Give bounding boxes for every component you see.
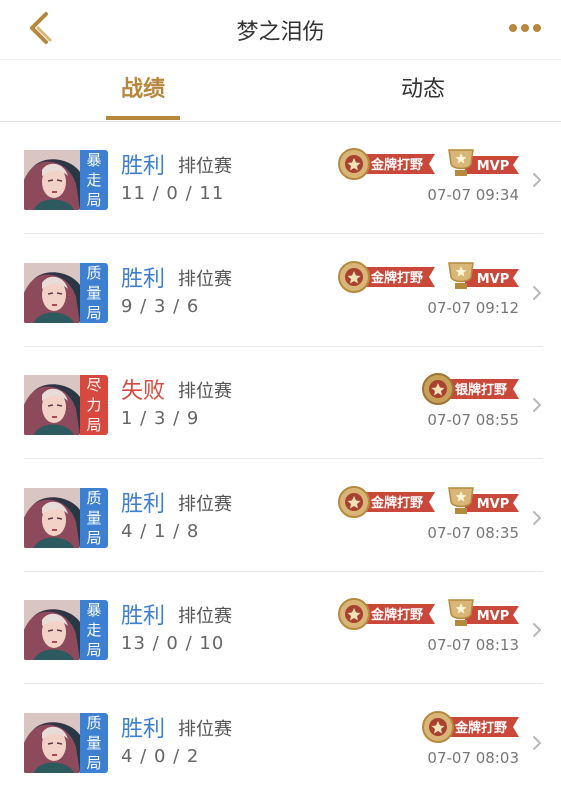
match-row-6[interactable]: 质量局 胜利 排位赛 4 / 0 / 2 金牌打野 07-07 08:03: [0, 685, 561, 789]
medal-badge: 金牌打野: [421, 709, 519, 745]
tab-record[interactable]: 战绩: [73, 61, 213, 121]
badge-group: 金牌打野 MVP: [337, 146, 519, 182]
match-time: 07-07 08:13: [427, 636, 519, 654]
match-mode: 排位赛: [178, 381, 232, 402]
svg-text:金牌打野: 金牌打野: [370, 607, 423, 623]
match-mode: 排位赛: [178, 156, 232, 177]
match-result: 胜利: [121, 491, 166, 517]
page-title: 梦之泪伤: [236, 20, 325, 45]
medal-badge: 金牌打野: [337, 596, 435, 632]
svg-text:金牌打野: 金牌打野: [454, 720, 507, 736]
hero-avatar: [24, 375, 80, 435]
active-tab-indicator: [106, 116, 180, 120]
badge-group: 金牌打野 MVP: [337, 596, 519, 632]
match-quality-tag: 质量局: [80, 712, 108, 773]
medal-badge: 金牌打野: [337, 259, 435, 295]
match-quality-tag: 质量局: [80, 262, 108, 323]
match-time: 07-07 08:03: [427, 748, 519, 767]
badge-group: 金牌打野: [421, 709, 519, 745]
mvp-badge: MVP: [445, 484, 519, 520]
match-mode: 排位赛: [178, 718, 232, 740]
medal-badge: 银牌打野: [421, 371, 519, 407]
svg-text:MVP: MVP: [477, 159, 510, 174]
mvp-badge: MVP: [445, 259, 519, 295]
kda-score: 13 / 0 / 10: [121, 633, 225, 654]
mvp-badge: MVP: [445, 596, 519, 632]
svg-text:金牌打野: 金牌打野: [370, 270, 423, 286]
kda-score: 4 / 1 / 8: [121, 520, 200, 542]
chevron-right-icon: [533, 623, 541, 637]
hero-avatar: [24, 600, 80, 660]
match-row-1[interactable]: 暴走局 胜利 排位赛 11 / 0 / 11 金牌打野 MVP 07-07 09:…: [0, 122, 561, 234]
match-row-4[interactable]: 质量局 胜利 排位赛 4 / 1 / 8 金牌打野 MVP 07-07 08:35: [0, 460, 561, 572]
match-mode: 排位赛: [178, 268, 232, 290]
match-mode: 排位赛: [178, 606, 232, 627]
chevron-right-icon: [533, 173, 541, 187]
match-time: 07-07 09:12: [427, 298, 519, 317]
match-time: 07-07 09:34: [427, 186, 519, 204]
svg-text:金牌打野: 金牌打野: [370, 157, 423, 173]
kda-score: 1 / 3 / 9: [121, 408, 200, 429]
svg-text:MVP: MVP: [477, 272, 510, 287]
kda-score: 9 / 3 / 6: [121, 295, 200, 317]
match-mode: 排位赛: [178, 493, 232, 515]
match-result: 胜利: [121, 154, 166, 179]
match-quality-tag: 暴走局: [80, 600, 108, 660]
svg-text:金牌打野: 金牌打野: [370, 495, 423, 511]
chevron-right-icon: [533, 285, 541, 300]
badge-group: 金牌打野 MVP: [337, 484, 519, 520]
hero-avatar: [24, 150, 80, 210]
match-result: 失败: [121, 379, 166, 404]
match-quality-tag: 尽力局: [80, 375, 108, 435]
match-result: 胜利: [121, 266, 166, 292]
svg-text:银牌打野: 银牌打野: [455, 382, 507, 398]
medal-badge: 金牌打野: [337, 146, 435, 182]
chevron-right-icon: [533, 735, 541, 750]
match-row-3[interactable]: 尽力局 失败 排位赛 1 / 3 / 9 银牌打野 07-07 08:55: [0, 347, 561, 459]
badge-group: 金牌打野 MVP: [337, 259, 519, 295]
hero-avatar: [24, 262, 80, 323]
match-quality-tag: 质量局: [80, 487, 108, 548]
match-result: 胜利: [121, 604, 166, 629]
match-row-5[interactable]: 暴走局 胜利 排位赛 13 / 0 / 10 金牌打野 MVP 07-07 08:…: [0, 572, 561, 684]
match-row-2[interactable]: 质量局 胜利 排位赛 9 / 3 / 6 金牌打野 MVP 07-07 09:12: [0, 235, 561, 347]
tab-feed[interactable]: 动态: [353, 61, 493, 121]
kda-score: 4 / 0 / 2: [121, 745, 200, 767]
hero-avatar: [24, 487, 80, 548]
kda-score: 11 / 0 / 11: [121, 183, 225, 204]
medal-badge: 金牌打野: [337, 484, 435, 520]
chevron-right-icon: [533, 398, 541, 412]
hero-avatar: [24, 712, 80, 773]
match-result: 胜利: [121, 716, 166, 742]
match-time: 07-07 08:35: [427, 523, 519, 542]
more-options-icon[interactable]: [505, 16, 545, 40]
svg-text:MVP: MVP: [477, 497, 510, 512]
badge-group: 银牌打野: [421, 371, 519, 407]
mvp-badge: MVP: [445, 146, 519, 182]
match-time: 07-07 08:55: [427, 411, 519, 429]
svg-text:MVP: MVP: [477, 609, 510, 624]
tab-bar: 战绩 动态: [0, 61, 561, 121]
chevron-right-icon: [533, 510, 541, 525]
top-bar: 梦之泪伤: [0, 0, 561, 60]
match-quality-tag: 暴走局: [80, 150, 108, 210]
